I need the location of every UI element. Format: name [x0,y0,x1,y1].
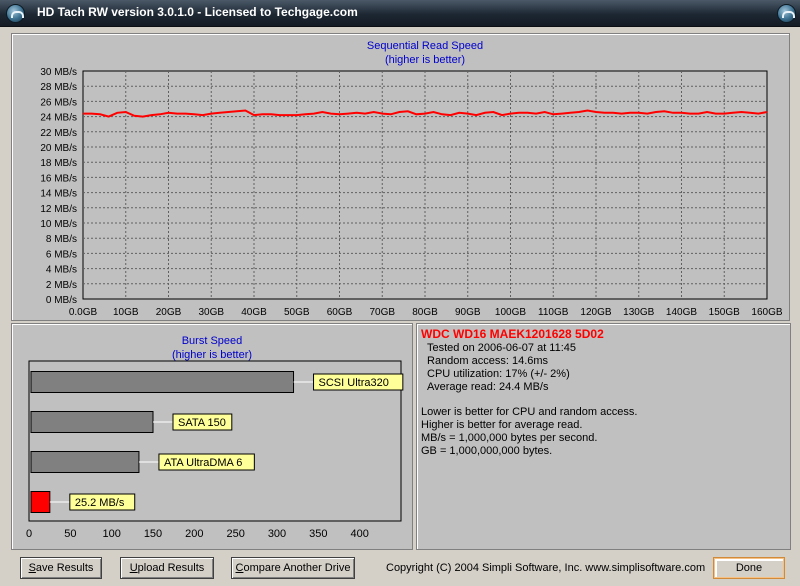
chart-subtitle: (higher is better) [385,54,465,66]
note-mbs-definition: MB/s = 1,000,000 bytes per second. [421,432,598,444]
cpu-utilization: CPU utilization: 17% (+/- 2%) [427,368,570,380]
y-tick-label: 22 MB/s [40,128,77,139]
sequential-read-chart: Sequential Read Speed (higher is better) 0… [40,40,783,318]
x-tick-label: 70GB [369,307,395,318]
compare-drive-button[interactable]: Compare Another Drive [231,557,355,579]
x-tick-label: 90GB [455,307,481,318]
y-tick-label: 18 MB/s [40,158,77,169]
compare-label: ompare Another Drive [243,562,351,574]
y-tick-label: 4 MB/s [46,265,77,276]
chart-title: Sequential Read Speed [367,40,483,52]
save-results-button[interactable]: Save Results [20,557,102,579]
x-tick-label: 110GB [538,307,569,318]
burst-title: Burst Speed [182,335,243,347]
app-window: HD Tach RW version 3.0.1.0 - Licensed to… [0,0,800,586]
window-title: HD Tach RW version 3.0.1.0 - Licensed to… [37,5,358,19]
average-read: Average read: 24.4 MB/s [427,381,549,393]
y-tick-label: 16 MB/s [40,173,77,184]
burst-speed-chart: Burst Speed (higher is better) 0 50 100 150 20… [26,335,404,540]
hdtach-app-icon[interactable] [6,4,25,23]
burst-x-tick-label: 50 [64,528,76,540]
upload-label: pload Results [137,562,205,574]
x-tick-label: 160GB [751,307,782,318]
y-tick-label: 8 MB/s [46,234,77,245]
y-tick-label: 0 MB/s [46,295,77,306]
burst-bar-label: ATA UltraDMA 6 [164,457,242,469]
save-label: ave Results [35,562,94,574]
y-tick-label: 28 MB/s [40,82,77,93]
x-tick-label: 150GB [709,307,740,318]
note-higher-better: Higher is better for average read. [421,419,583,431]
upload-results-button[interactable]: Upload Results [120,557,214,579]
x-tick-label: 40GB [241,307,267,318]
burst-bar [30,411,154,433]
y-tick-label: 24 MB/s [40,113,77,124]
y-tick-label: 30 MB/s [40,67,77,78]
save-accelerator: S [28,562,36,574]
test-date: Tested on 2006-06-07 at 11:45 [427,342,577,354]
drive-info-panel: WDC WD16 MAEK1201628 5D02 Tested on 2006… [416,323,791,550]
y-tick-label: 10 MB/s [40,219,77,230]
sequential-read-panel: Sequential Read Speed (higher is better) 0… [11,33,790,321]
burst-bar [30,371,295,393]
y-tick-label: 6 MB/s [46,249,77,260]
burst-subtitle: (higher is better) [172,349,252,361]
x-tick-label: 80GB [412,307,438,318]
x-tick-label: 50GB [284,307,310,318]
burst-x-tick-label: 300 [268,528,286,540]
burst-bar-label: SATA 150 [178,417,226,429]
x-tick-label: 130GB [623,307,654,318]
title-bar[interactable]: HD Tach RW version 3.0.1.0 - Licensed to… [0,0,800,27]
x-tick-label: 140GB [666,307,697,318]
x-tick-label: 30GB [198,307,224,318]
x-tick-label: 100GB [495,307,526,318]
x-tick-label: 60GB [327,307,353,318]
x-tick-label: 120GB [580,307,611,318]
done-button[interactable]: Done [713,557,785,579]
x-tick-label: 20GB [156,307,182,318]
burst-x-tick-label: 0 [26,528,32,540]
burst-bar [30,451,140,473]
note-lower-better: Lower is better for CPU and random acces… [421,406,638,418]
burst-x-tick-label: 400 [350,528,368,540]
note-gb-definition: GB = 1,000,000,000 bytes. [421,445,553,457]
y-tick-label: 20 MB/s [40,143,77,154]
y-tick-label: 12 MB/s [40,204,77,215]
x-tick-label: 0.0GB [69,307,98,318]
burst-x-tick-label: 350 [309,528,327,540]
x-tick-label: 10GB [113,307,139,318]
burst-x-tick-label: 150 [144,528,162,540]
y-tick-label: 26 MB/s [40,97,77,108]
random-access: Random access: 14.6ms [427,355,549,367]
drive-name: WDC WD16 MAEK1201628 5D02 [421,327,604,341]
y-tick-label: 14 MB/s [40,189,77,200]
upload-accelerator: U [129,562,138,574]
burst-x-tick-label: 100 [102,528,120,540]
close-circle-icon[interactable] [777,4,796,23]
copyright-text: Copyright (C) 2004 Simpli Software, Inc.… [386,562,706,574]
burst-bar-label: SCSI Ultra320 [319,377,389,389]
burst-x-tick-label: 250 [226,528,244,540]
burst-speed-panel: Burst Speed (higher is better) 0 50 100 150 20… [11,323,413,550]
burst-x-tick-label: 200 [185,528,203,540]
y-tick-label: 2 MB/s [46,280,77,291]
burst-bar-label: 25.2 MB/s [75,497,125,509]
burst-bar [30,491,51,513]
